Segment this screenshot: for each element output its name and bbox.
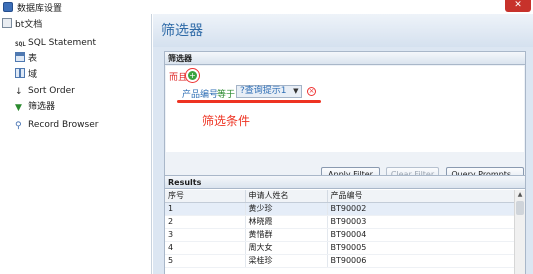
- filter-panel-header: 筛选器: [165, 52, 525, 65]
- sidebar-item-label: Sort Order: [28, 86, 75, 96]
- scroll-up-icon[interactable]: ▲: [515, 190, 525, 199]
- table-cell: 林晓霞: [245, 215, 328, 229]
- table-icon: [15, 52, 25, 62]
- condition-value: ?查询提示1: [240, 86, 287, 96]
- results-scrollbar[interactable]: ▲: [514, 190, 525, 274]
- app-icon: [3, 2, 13, 12]
- condition-value-dropdown[interactable]: ?查询提示1 ▼: [236, 85, 302, 98]
- filter-panel: 筛选器 而且 + 产品编号 等于 ?查询提示1 ▼ × 筛选条件 Apply F…: [164, 51, 526, 187]
- filter-icon: ▼: [15, 103, 22, 113]
- sidebar-item-record-browser[interactable]: ⚲ Record Browser: [15, 118, 98, 132]
- table-row[interactable]: 2 林晓霞 BT90003: [165, 215, 516, 229]
- table-cell: 黄惜群: [245, 228, 328, 242]
- table-cell: 梁桂珍: [245, 254, 328, 268]
- annotation-text: 筛选条件: [202, 114, 251, 128]
- sidebar-item-label: bt文档: [15, 20, 43, 30]
- close-button[interactable]: ✕: [505, 0, 531, 12]
- table-cell: BT90004: [327, 228, 516, 242]
- sidebar-item-sort-order[interactable]: ↓ Sort Order: [15, 84, 75, 98]
- table-cell: BT90005: [327, 241, 516, 255]
- table-cell: 2: [165, 215, 246, 229]
- table-row[interactable]: 3 黄惜群 BT90004: [165, 228, 516, 242]
- sidebar-item-sql-statement[interactable]: SQL SQL Statement: [15, 36, 96, 50]
- condition-operator[interactable]: 等于: [217, 87, 235, 100]
- database-icon: [2, 18, 12, 28]
- table-cell: 1: [165, 202, 246, 216]
- table-cell: BT90002: [327, 202, 516, 216]
- sidebar-item-label: SQL Statement: [28, 38, 97, 48]
- sidebar-item-label: 筛选器: [28, 102, 56, 112]
- chevron-down-icon: ▼: [293, 87, 299, 95]
- remove-condition-icon[interactable]: ×: [307, 87, 316, 96]
- table-row[interactable]: 5 梁桂珍 BT90006: [165, 254, 516, 268]
- page-title: 筛选器: [161, 23, 203, 39]
- annotation-underline: [177, 100, 321, 103]
- sidebar-item-label: Record Browser: [28, 120, 99, 130]
- page-header: 筛选器: [153, 14, 533, 47]
- table-cell: 4: [165, 241, 246, 255]
- table-row[interactable]: 1 黄少珍 BT90002: [165, 202, 516, 216]
- highlight-circle: [185, 68, 200, 83]
- table-cell: 周大女: [245, 241, 328, 255]
- sidebar-item-label: 表: [28, 54, 38, 64]
- sidebar-item-filter[interactable]: ▼ 筛选器: [15, 100, 55, 114]
- title-bar: 数据库设置 ✕: [0, 0, 533, 14]
- scroll-thumb[interactable]: [516, 201, 524, 215]
- column-header[interactable]: 序号: [165, 190, 246, 203]
- table-row[interactable]: 4 周大女 BT90005: [165, 241, 516, 255]
- table-cell: 5: [165, 254, 246, 268]
- condition-field[interactable]: 产品编号: [182, 87, 218, 100]
- sidebar-item-document[interactable]: bt文档: [2, 18, 42, 32]
- results-panel: Results 序号 申请人姓名 产品编号 1 黄少珍 BT90002 2 林晓…: [164, 175, 526, 274]
- sidebar-item-field[interactable]: 域: [15, 68, 37, 82]
- sort-icon: ↓: [15, 87, 23, 97]
- browse-icon: ⚲: [15, 121, 22, 131]
- main-area: 筛选器 筛选器 而且 + 产品编号 等于 ?查询提示1 ▼ × 筛选条件 App…: [153, 14, 533, 274]
- field-icon: [15, 68, 25, 78]
- sidebar-item-table[interactable]: 表: [15, 52, 37, 66]
- table-cell: 黄少珍: [245, 202, 328, 216]
- results-header: Results: [165, 176, 525, 189]
- sql-icon: SQL: [15, 41, 26, 48]
- filter-editor[interactable]: 而且 + 产品编号 等于 ?查询提示1 ▼ × 筛选条件: [166, 66, 524, 152]
- column-header[interactable]: 产品编号: [327, 190, 516, 203]
- table-cell: BT90003: [327, 215, 516, 229]
- window-title: 数据库设置: [17, 4, 63, 14]
- results-table: 序号 申请人姓名 产品编号 1 黄少珍 BT90002 2 林晓霞 BT9000…: [165, 190, 516, 268]
- table-cell: BT90006: [327, 254, 516, 268]
- column-header[interactable]: 申请人姓名: [245, 190, 328, 203]
- sidebar: bt文档 SQL SQL Statement 表 域 ↓ Sort Order ▼ 筛…: [0, 14, 152, 274]
- sidebar-item-label: 域: [28, 70, 38, 80]
- table-cell: 3: [165, 228, 246, 242]
- table-header-row: 序号 申请人姓名 产品编号: [165, 190, 516, 203]
